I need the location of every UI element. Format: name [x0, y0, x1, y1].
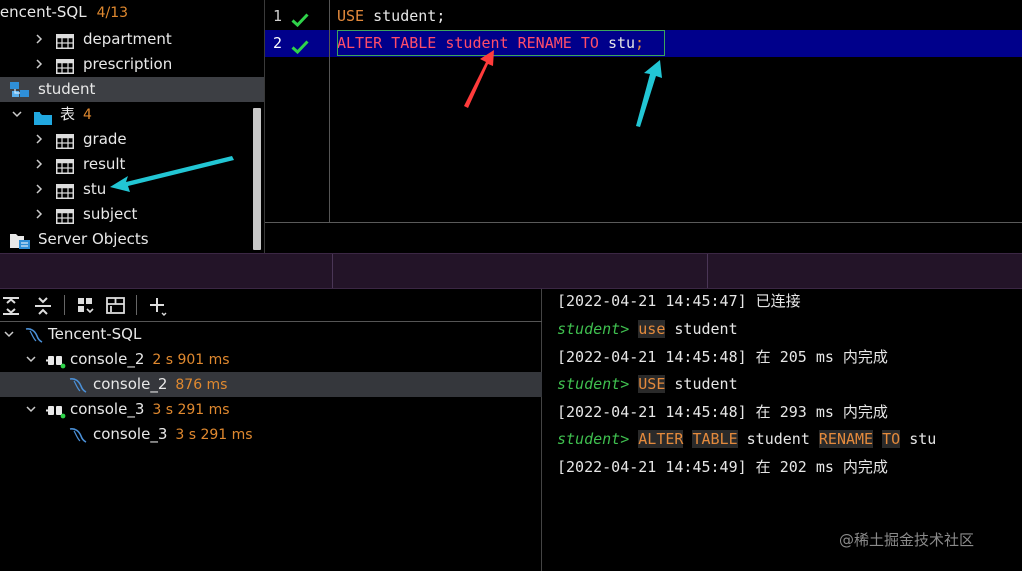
datasource-name: tencent-SQL: [0, 3, 87, 21]
log-line: [2022-04-21 14:45:48] 在 293 ms 内完成: [557, 403, 888, 421]
chevron-down-icon[interactable]: [12, 109, 22, 119]
line-number: 1: [273, 7, 283, 25]
datasource-count: 4/13: [96, 5, 129, 21]
layout-icon[interactable]: [104, 294, 128, 318]
services-panel: Tencent-SQL console_2 2 s 901 ms console_…: [0, 289, 542, 571]
tree-header[interactable]: tencent-SQL 4/13: [0, 0, 264, 25]
tree-item-result[interactable]: result: [0, 152, 264, 177]
code-text: USE student;: [337, 7, 446, 25]
tree-scrollbar[interactable]: [253, 108, 261, 250]
log-line: [2022-04-21 14:45:47] 已连接: [557, 292, 801, 310]
chevron-down-icon[interactable]: [26, 404, 36, 414]
tab-strip: [0, 253, 1022, 289]
service-item-session[interactable]: console_2 876 ms: [0, 372, 542, 397]
editor-line-1[interactable]: 1 USE student;: [265, 3, 1022, 30]
statement-highlight: [337, 30, 665, 56]
chevron-right-icon[interactable]: [34, 134, 44, 144]
chevron-right-icon[interactable]: [34, 34, 44, 44]
command-line: student> USE student: [557, 375, 738, 393]
checkmark-icon: [291, 36, 309, 63]
strip-segment: [333, 254, 708, 288]
chevron-right-icon[interactable]: [34, 209, 44, 219]
tree-item-server-objects[interactable]: Server Objects: [0, 227, 264, 252]
service-item-session[interactable]: console_3 3 s 291 ms: [0, 422, 542, 447]
chevron-right-icon[interactable]: [34, 59, 44, 69]
server-objects-icon: [10, 232, 30, 253]
collapse-all-icon[interactable]: [32, 294, 56, 318]
group-by-icon[interactable]: [74, 294, 98, 318]
chevron-right-icon[interactable]: [34, 159, 44, 169]
gutter-divider: [329, 0, 330, 222]
tree-item-stu[interactable]: stu: [0, 177, 264, 202]
database-tree: tencent-SQL 4/13 department prescription …: [0, 0, 264, 253]
tree-item-department[interactable]: department: [0, 27, 264, 52]
chevron-down-icon[interactable]: [4, 329, 14, 339]
command-line: student> ALTER TABLE student RENAME TO s…: [557, 430, 937, 448]
tree-item-student-schema[interactable]: student: [0, 77, 264, 102]
strip-segment: [0, 254, 333, 288]
log-line: [2022-04-21 14:45:48] 在 205 ms 内完成: [557, 348, 888, 366]
tree-item-tables-folder[interactable]: 表4: [0, 102, 264, 127]
command-line: student> use student: [557, 320, 738, 338]
log-line: [2022-04-21 14:45:49] 在 202 ms 内完成: [557, 458, 888, 476]
services-toolbar: [0, 289, 542, 322]
mysql-icon: [68, 426, 88, 452]
tree-item-prescription[interactable]: prescription: [0, 52, 264, 77]
service-item-console[interactable]: console_3 3 s 291 ms: [0, 397, 542, 422]
line-number: 2: [273, 34, 283, 52]
editor-divider: [265, 222, 1022, 223]
add-icon[interactable]: [146, 294, 170, 318]
tree-item-subject[interactable]: subject: [0, 202, 264, 227]
expand-all-icon[interactable]: [0, 294, 24, 318]
chevron-down-icon[interactable]: [26, 354, 36, 364]
watermark: @稀土掘金技术社区: [839, 531, 975, 549]
sql-editor[interactable]: 1 USE student; 2 ALTER TABLE student REN…: [264, 0, 1022, 253]
service-item-root[interactable]: Tencent-SQL: [0, 322, 542, 347]
console-output[interactable]: [2022-04-21 14:45:47] 已连接 student> use s…: [543, 289, 1022, 571]
toolbar-separator: [64, 295, 65, 315]
service-item-console[interactable]: console_2 2 s 901 ms: [0, 347, 542, 372]
toolbar-separator: [136, 295, 137, 315]
tree-item-grade[interactable]: grade: [0, 127, 264, 152]
chevron-right-icon[interactable]: [34, 184, 44, 194]
